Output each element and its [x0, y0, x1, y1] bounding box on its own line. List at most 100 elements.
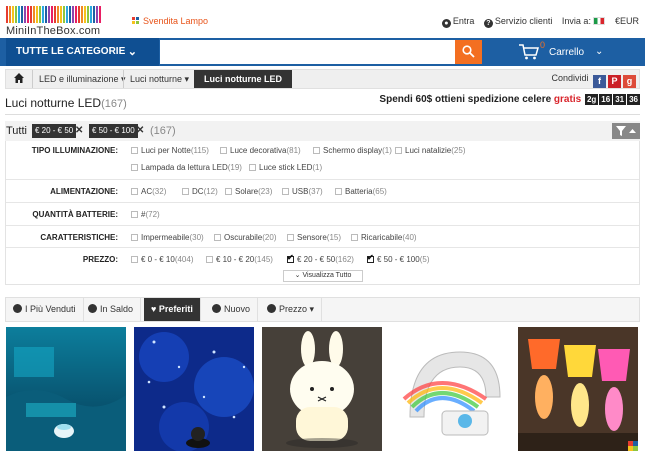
show-all-button[interactable]: ⌄ Visualizza Tutto [283, 270, 363, 282]
flash-sale-link[interactable]: Svendita Lampo [132, 16, 208, 26]
search-row: TUTTE LE CATEGORIE ⌄ 0 Carrello ⌄ [0, 38, 645, 66]
user-icon: ● [441, 19, 451, 28]
filter-option[interactable]: DC(12) [182, 187, 218, 196]
filter-option[interactable]: Impermeabile(30) [131, 233, 204, 242]
pinterest-icon[interactable]: P [608, 75, 621, 88]
filter-row-features: CARATTERISTICHE: Impermeabile(30) Oscura… [6, 225, 639, 247]
cart-count: 0 [540, 40, 546, 50]
product-card-rainbow-projector[interactable] [390, 327, 510, 451]
cart-button[interactable]: 0 Carrello ⌄ [507, 38, 637, 66]
sale-icon [88, 304, 97, 313]
thumbs-up-icon [13, 304, 22, 313]
search-icon [462, 45, 475, 58]
title-row: Luci notturne LED(167) Spendi 60$ ottien… [5, 94, 640, 110]
currency-selector[interactable]: €EUR [615, 16, 639, 26]
search-input[interactable] [160, 40, 455, 64]
timer-minutes: 31 [613, 94, 627, 105]
price-icon [267, 304, 276, 313]
product-image [518, 327, 638, 451]
filters-count: (167) [150, 125, 176, 137]
product-image [390, 327, 510, 451]
chevron-down-icon: ⌄ [127, 46, 137, 58]
sort-tab-new[interactable]: Nuovo [205, 298, 259, 321]
filter-chip: € 50 - € 100 [89, 124, 138, 138]
sort-tab-price[interactable]: Prezzo ▾ [260, 298, 323, 321]
breadcrumb-current: Luci notturne LED [194, 70, 292, 88]
timer-hours: 16 [599, 94, 613, 105]
filter-option[interactable]: € 50 - € 100(5) [367, 253, 429, 264]
filter-row-power: ALIMENTAZIONE: AC(32) DC(12) Solare(23) … [6, 179, 639, 202]
timer-seconds: 36 [627, 94, 640, 105]
filter-option[interactable]: Batteria(65) [335, 187, 387, 196]
breadcrumb-item-night-lights[interactable]: Luci notturne ▾ [130, 70, 189, 88]
sort-bar: I Più Venduti In Saldo ♥ Preferiti Nuovo… [5, 297, 640, 322]
logo-text: MiniInTheBox.com [6, 25, 101, 37]
funnel-icon [616, 126, 636, 136]
home-icon [14, 73, 24, 83]
filter-option[interactable]: € 0 - € 10(404) [131, 255, 194, 264]
chevron-down-icon: ⌄ [595, 46, 604, 57]
filter-toggle-button[interactable] [612, 123, 640, 139]
color-swatch-icon [628, 441, 638, 451]
remove-filter-icon[interactable]: ✕ [75, 125, 83, 136]
top-links: ● Entra ? Servizio clienti Invia a: €EUR [435, 16, 639, 28]
filter-option[interactable]: Oscurabile(20) [214, 233, 276, 242]
filter-option[interactable]: #(72) [131, 210, 160, 219]
product-image [134, 327, 254, 451]
filter-option[interactable]: Solare(23) [225, 187, 272, 196]
top-bar: MiniInTheBox.com Svendita Lampo ● Entra ?… [0, 0, 645, 38]
filter-option[interactable]: Schermo display(1) [313, 146, 392, 155]
cart-icon [519, 44, 539, 60]
google-plus-icon[interactable]: g [623, 75, 636, 88]
product-card-lampshade-figures[interactable] [518, 327, 638, 451]
filter-option[interactable]: USB(37) [282, 187, 323, 196]
active-filters-bar: Tutti € 20 - € 50 ✕ € 50 - € 100 ✕ (167) [5, 121, 640, 141]
flash-sale-label: Svendita Lampo [143, 16, 209, 26]
support-link[interactable]: ? Servizio clienti [483, 16, 552, 28]
breadcrumb-separator [32, 70, 33, 88]
page-count: (167) [101, 98, 127, 110]
filter-table: TIPO ILLUMINAZIONE: Luci per Notte(115) … [5, 141, 640, 285]
heart-icon: ♥ [151, 304, 159, 314]
italy-flag-icon [593, 17, 606, 25]
facebook-icon[interactable]: f [593, 75, 606, 88]
product-card-ocean-projector[interactable] [6, 327, 126, 451]
filter-row-lighting-type: TIPO ILLUMINAZIONE: Luci per Notte(115) … [31, 146, 466, 172]
filter-option[interactable]: Ricaricabile(40) [351, 233, 417, 242]
login-link[interactable]: ● Entra [441, 16, 474, 28]
sort-tab-favorites[interactable]: ♥ Preferiti [144, 298, 201, 321]
search-button[interactable] [455, 40, 482, 64]
breadcrumb: LED e illuminazione ▾ Luci notturne ▾ Lu… [5, 69, 640, 89]
new-icon [212, 304, 221, 313]
ship-to-selector[interactable]: Invia a: [562, 16, 606, 26]
all-categories-button[interactable]: TUTTE LE CATEGORIE ⌄ [6, 38, 159, 66]
filter-chip: € 20 - € 50 [32, 124, 77, 138]
filter-option[interactable]: Luci per Notte(115) [131, 146, 209, 155]
shipping-promo[interactable]: Spendi 60$ ottieni spedizione celere gra… [379, 94, 640, 105]
filter-option[interactable]: € 20 - € 50(162) [287, 253, 354, 264]
filter-row-price: PREZZO: € 0 - € 10(404) € 10 - € 20(145)… [6, 247, 639, 269]
timer-days: 2g [584, 94, 599, 105]
all-categories-label: TUTTE LE CATEGORIE [16, 46, 126, 57]
filter-row-battery-quantity: QUANTITÀ BATTERIE: #(72) [6, 202, 639, 225]
product-image [6, 327, 126, 451]
filters-all-label: Tutti [6, 125, 27, 137]
share-label: Condividi [551, 73, 589, 83]
sort-tab-on-sale[interactable]: In Saldo [81, 298, 142, 321]
breadcrumb-item-led[interactable]: LED e illuminazione ▾ [39, 70, 126, 88]
sort-tab-best-sellers[interactable]: I Più Venduti [6, 298, 84, 321]
help-icon: ? [483, 19, 493, 28]
filter-option[interactable]: AC(32) [131, 187, 166, 196]
filter-option[interactable]: Luce decorativa(81) [220, 146, 301, 155]
filter-option[interactable]: Sensore(15) [287, 233, 341, 242]
divider [5, 114, 640, 115]
filter-option[interactable]: Lampada da lettura LED(19) [131, 163, 242, 172]
filter-option[interactable]: € 10 - € 20(145) [206, 255, 273, 264]
remove-filter-icon[interactable]: ✕ [136, 125, 144, 136]
product-card-star-projector[interactable] [134, 327, 254, 451]
filter-option[interactable]: Luci natalizie(25) [395, 146, 465, 155]
product-card-bunny-lamp[interactable] [262, 327, 382, 451]
filter-option[interactable]: Luce stick LED(1) [249, 163, 322, 172]
home-link[interactable] [8, 70, 30, 88]
logo[interactable]: MiniInTheBox.com [6, 6, 106, 37]
